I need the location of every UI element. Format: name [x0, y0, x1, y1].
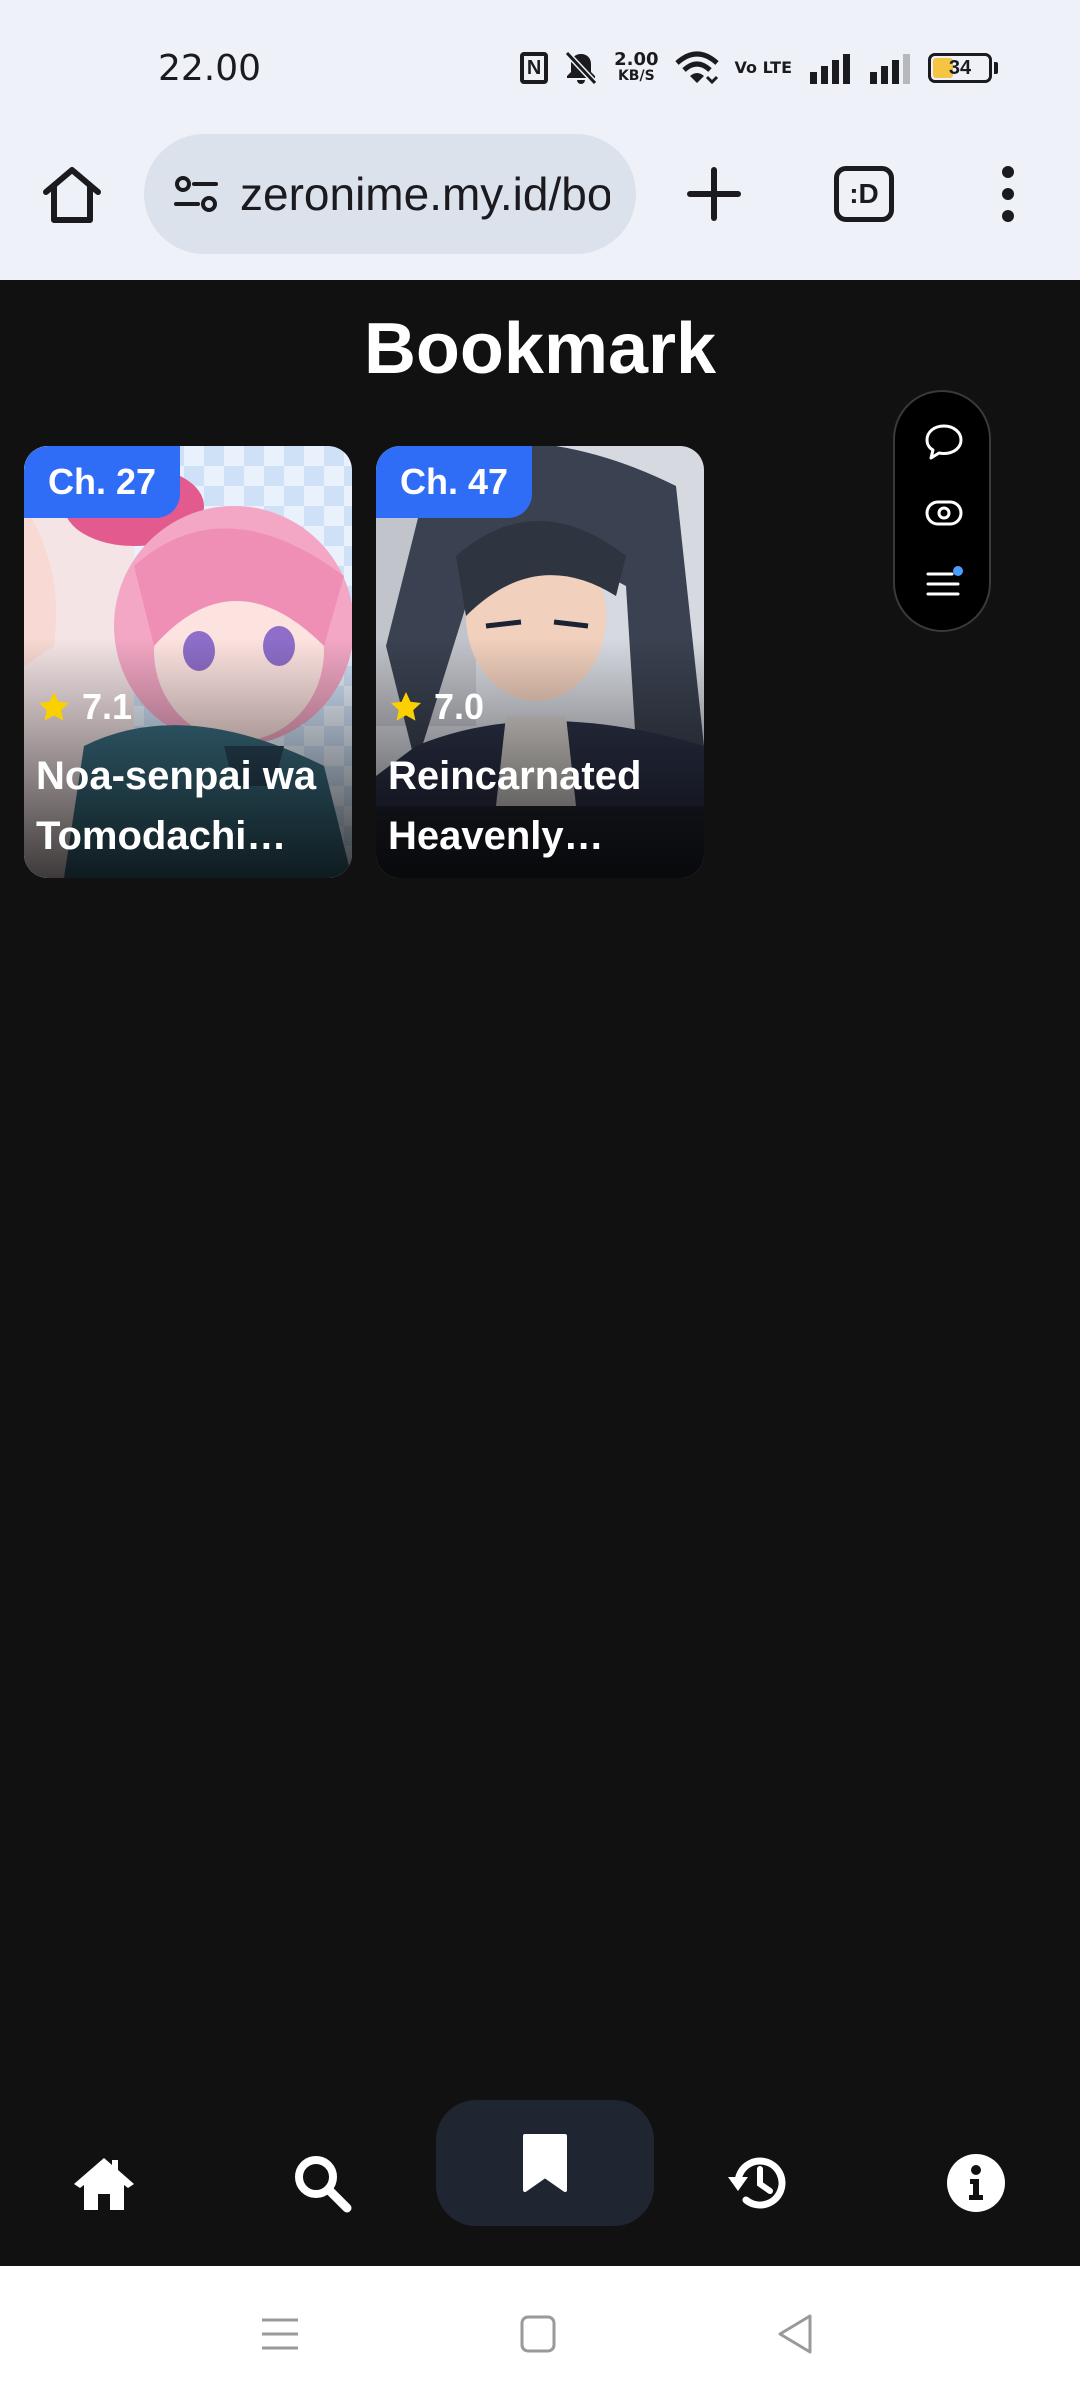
- more-options-icon[interactable]: [990, 158, 1026, 230]
- status-icons: N 2.00 KB/S Vo LTE 34: [520, 50, 998, 86]
- bookmark-icon: [523, 2134, 567, 2192]
- rating: 7.0: [388, 686, 484, 728]
- new-tab-button[interactable]: [678, 158, 750, 230]
- address-bar[interactable]: zeronime.my.id/bookmark: [144, 134, 636, 254]
- nav-home[interactable]: [44, 2100, 164, 2266]
- nav-bookmark[interactable]: [485, 2080, 605, 2246]
- card-title[interactable]: Noa-senpai wa Tomodachi…: [36, 746, 342, 866]
- rating-value: 7.1: [82, 686, 133, 727]
- nfc-icon: N: [520, 52, 549, 84]
- chapter-badge: Ch. 47: [376, 446, 533, 518]
- info-icon: [947, 2154, 1005, 2212]
- rating: 7.1: [36, 686, 132, 728]
- page-title: Bookmark: [363, 309, 717, 389]
- system-navigation-bar: [0, 2266, 1080, 2400]
- bottom-navigation: [0, 2100, 1080, 2266]
- battery-level: 34: [948, 56, 972, 79]
- url-text[interactable]: zeronime.my.id/bookmark: [240, 167, 610, 221]
- system-home-icon[interactable]: [508, 2304, 568, 2364]
- network-speed-unit: KB/S: [617, 68, 655, 84]
- nav-history[interactable]: [698, 2100, 818, 2266]
- tab-switcher-button[interactable]: :D: [834, 166, 894, 222]
- battery-icon: 34: [928, 53, 998, 83]
- floating-tool-widget[interactable]: [893, 390, 991, 632]
- bookmark-card[interactable]: Ch. 27 7.1 Noa-senpai wa Tomodachi…: [24, 446, 352, 878]
- rating-value: 7.0: [434, 686, 485, 727]
- wifi-icon: [674, 51, 719, 85]
- status-bar: 22.00 N 2.00 KB/S Vo LTE 34: [0, 0, 1080, 132]
- star-icon: [391, 692, 421, 721]
- recent-apps-icon[interactable]: [250, 2304, 310, 2364]
- eye-icon[interactable]: [924, 493, 964, 533]
- star-icon: [39, 692, 69, 721]
- nav-search[interactable]: [262, 2100, 382, 2266]
- home-button[interactable]: [36, 158, 108, 230]
- bell-muted-icon: [564, 50, 598, 86]
- network-speed-value: 2.00: [614, 49, 659, 70]
- chat-bubble-icon[interactable]: [924, 422, 964, 462]
- browser-toolbar: zeronime.my.id/bookmark :D: [0, 132, 1080, 280]
- signal-icon-1: [810, 54, 850, 84]
- nav-info[interactable]: [916, 2100, 1036, 2266]
- signal-icon-2: [870, 54, 910, 84]
- search-icon: [295, 2156, 352, 2213]
- volte-icon: Vo LTE: [734, 58, 792, 77]
- history-icon: [728, 2157, 786, 2209]
- status-time: 22.00: [158, 48, 262, 89]
- back-icon[interactable]: [766, 2304, 826, 2364]
- bookmark-card[interactable]: Ch. 47 7.0 Reincarnated Heavenly…: [376, 446, 704, 878]
- card-title[interactable]: Reincarnated Heavenly…: [388, 746, 694, 866]
- home-icon: [74, 2158, 134, 2210]
- site-settings-icon[interactable]: [166, 164, 226, 224]
- chapter-badge: Ch. 27: [24, 446, 181, 518]
- network-speed: 2.00 KB/S: [614, 51, 658, 85]
- menu-list-icon[interactable]: [924, 564, 964, 604]
